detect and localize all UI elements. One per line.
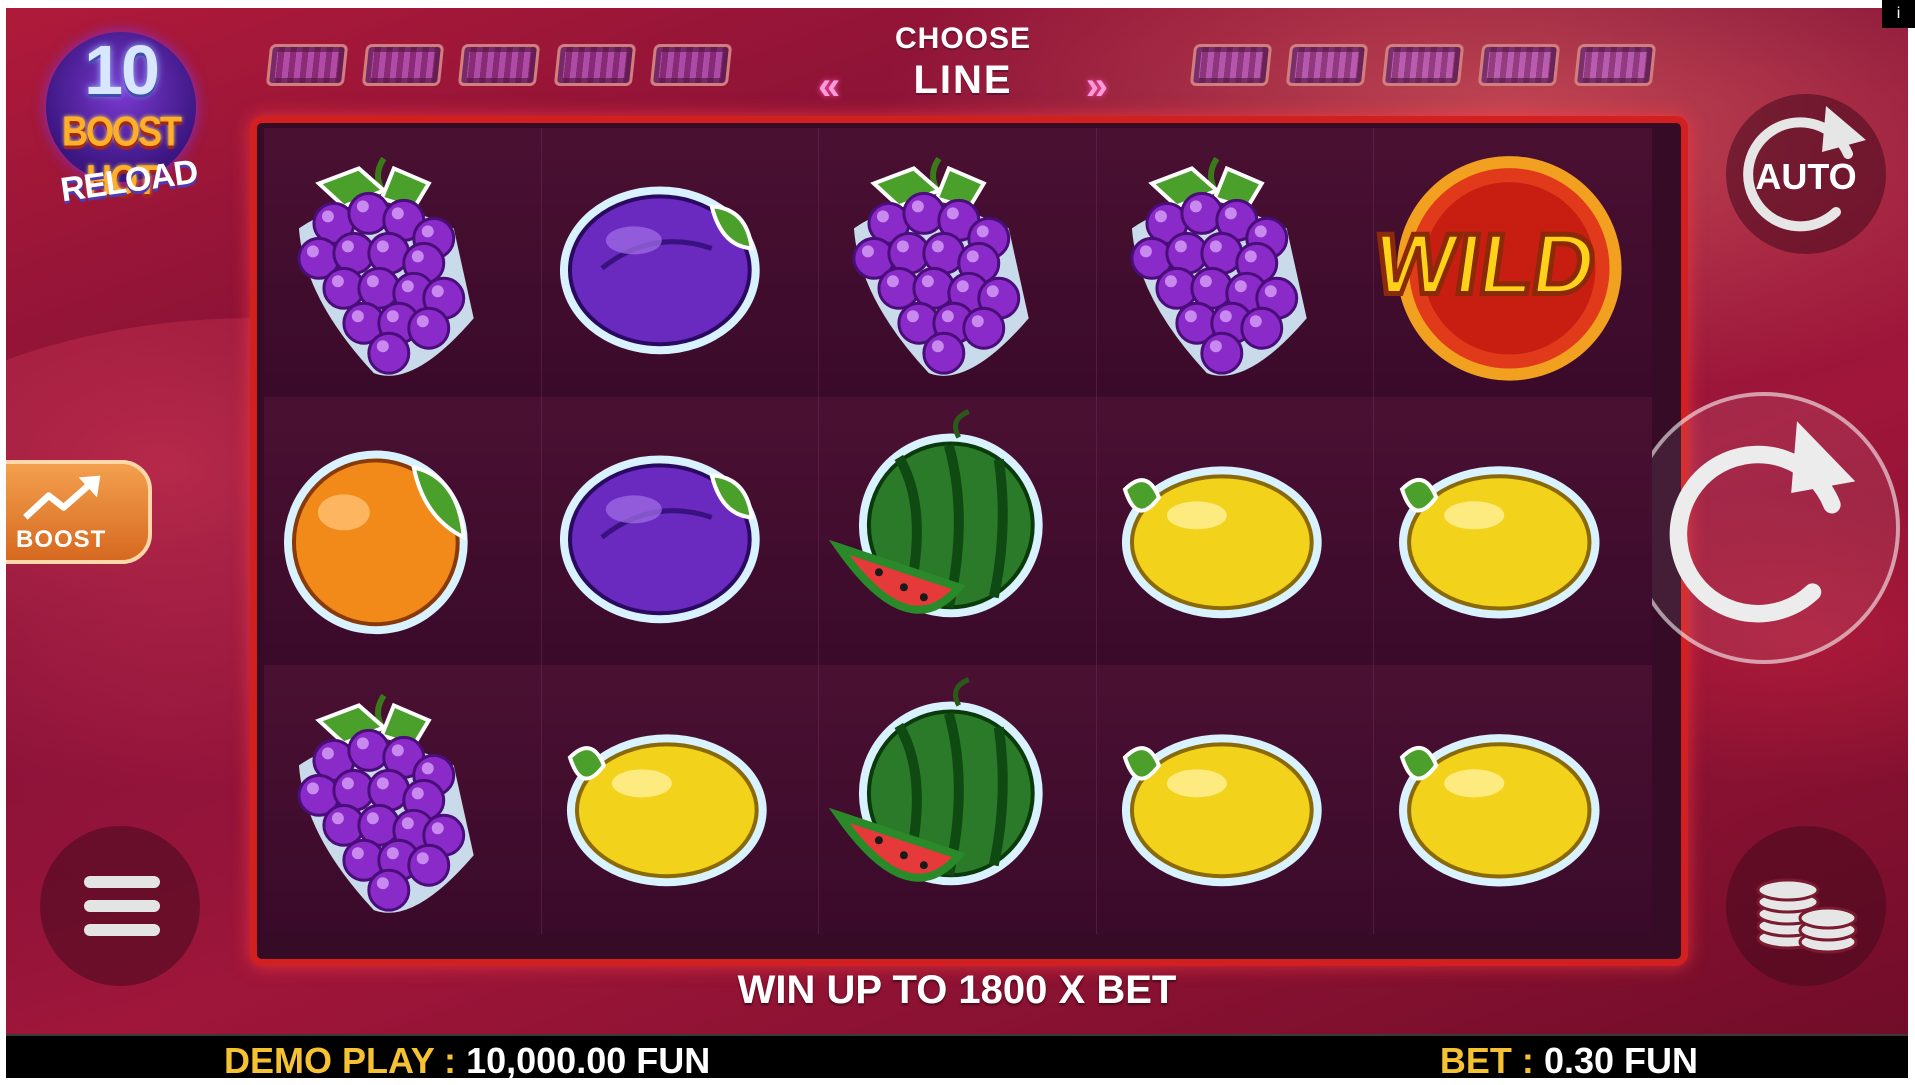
reel-cell (541, 396, 820, 666)
lemon-icon (1121, 734, 1322, 887)
payline-indicator (649, 44, 733, 86)
line-label: LINE (913, 58, 1013, 102)
reel-cell (264, 665, 542, 934)
game-logo: 10 BOOST HOT RELOAD (26, 22, 216, 212)
lemon-icon (1399, 465, 1600, 619)
chevron-left-icon[interactable]: « (818, 64, 840, 109)
bet-coins-button[interactable] (1726, 826, 1886, 986)
plum-icon (559, 455, 760, 623)
payline-indicator (1381, 44, 1465, 86)
reel-cell (264, 128, 542, 397)
reel-cell (819, 396, 1097, 666)
payline-indicator (265, 44, 349, 86)
spin-button[interactable] (1628, 392, 1900, 664)
payline-indicator (553, 44, 637, 86)
grapes-icon (297, 694, 474, 914)
status-bar: DEMO PLAY : 10,000.00 FUN BET : 0.30 FUN (6, 1034, 1908, 1078)
payline-indicator (361, 44, 445, 86)
logo-number: 10 (84, 31, 160, 109)
info-button[interactable]: i (1882, 0, 1915, 28)
menu-button[interactable] (40, 826, 200, 986)
bet-label: BET : (1439, 1040, 1534, 1078)
autoplay-button[interactable]: AUTO (1726, 94, 1886, 254)
watermelon-icon (828, 677, 1043, 886)
boost-label: BOOST (16, 526, 107, 553)
reel-grid: WILD (264, 128, 1652, 934)
wild-icon: WILD (1374, 156, 1622, 381)
reel-cell (1374, 396, 1652, 666)
payline-indicator (1573, 44, 1657, 86)
reel-cell (264, 396, 542, 666)
paylines-left (265, 44, 733, 86)
coins-icon (1756, 878, 1858, 954)
reel-cell (819, 128, 1097, 397)
grapes-icon (852, 156, 1029, 376)
plum-icon (559, 186, 760, 355)
reel-cell (1096, 396, 1375, 666)
balance-label: DEMO PLAY : (224, 1040, 457, 1078)
payline-indicator (1189, 44, 1273, 86)
payline-indicator (1285, 44, 1369, 86)
hamburger-icon (84, 924, 160, 936)
reel-cell (819, 665, 1097, 934)
hamburger-icon (84, 900, 160, 912)
reel-cell (541, 128, 820, 397)
balance-value: 10,000.00 FUN (466, 1040, 711, 1078)
spin-arrow-icon (1669, 421, 1856, 623)
bet-display: BET : 0.30 FUN (1440, 1040, 1698, 1078)
trend-up-icon (23, 475, 101, 520)
grapes-icon (1130, 156, 1307, 376)
reel-cell (1096, 665, 1375, 934)
orange-icon (283, 450, 468, 634)
reel-cell: WILD (1374, 128, 1652, 397)
lemon-icon (566, 734, 767, 887)
lemon-icon (1121, 466, 1322, 618)
reel-cell (1096, 128, 1375, 397)
wild-text: WILD (1374, 217, 1602, 313)
choose-label: CHOOSE (894, 22, 1032, 55)
choose-line-selector[interactable]: « CHOOSE LINE » (818, 22, 1108, 112)
bet-value: 0.30 FUN (1543, 1040, 1698, 1078)
grapes-icon (297, 156, 474, 376)
balance-display: DEMO PLAY : 10,000.00 FUN (224, 1040, 710, 1078)
paylines-right (1189, 44, 1657, 86)
watermelon-icon (828, 408, 1043, 617)
chevron-right-icon[interactable]: » (1086, 64, 1108, 109)
lemon-icon (1399, 734, 1600, 887)
hamburger-icon (84, 876, 160, 888)
payline-indicator (457, 44, 541, 86)
reel-cell (541, 665, 820, 934)
payline-indicator (1477, 44, 1561, 86)
reel-cell (1374, 665, 1652, 934)
promo-text: WIN UP TO 1800 X BET (737, 968, 1177, 1012)
boost-button[interactable]: BOOST (6, 460, 152, 564)
auto-label: AUTO (1755, 156, 1857, 197)
